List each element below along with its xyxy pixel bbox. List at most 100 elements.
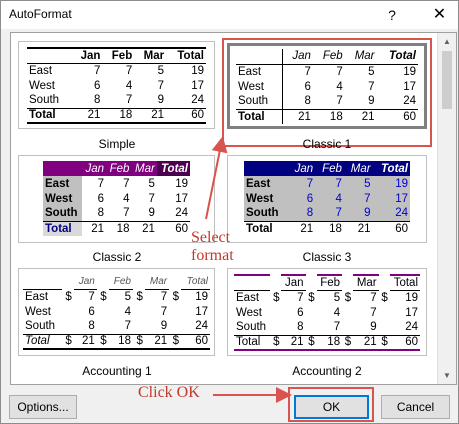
table-cell: 21 xyxy=(288,220,316,236)
table-row: Total 21 18 21 60 xyxy=(43,220,190,236)
table-cell: 19 xyxy=(175,177,188,190)
table-cell: East xyxy=(244,176,289,191)
table-cell: West xyxy=(29,79,55,92)
table-cell: $ xyxy=(136,290,143,303)
table-cell xyxy=(270,305,281,320)
table-cell: 9 xyxy=(148,207,155,220)
table-cell xyxy=(43,161,83,176)
accounting-2-preview-table: Jan Feb Mar Total East $7 $5 $7 $19 West 6 4 7 17 Sout… xyxy=(234,274,420,351)
format-caption-classic-2: Classic 2 xyxy=(92,250,142,264)
format-tile-accounting-2[interactable]: Jan Feb Mar Total East $7 $5 $7 $19 West 6 4 7 17 Sout… xyxy=(227,268,427,356)
table-cell: 9 xyxy=(160,320,168,333)
table-row: West 6 4 7 17 xyxy=(43,191,190,206)
table-cell xyxy=(97,319,109,334)
table-cell: South xyxy=(43,206,83,221)
table-cell: 8 xyxy=(88,320,95,333)
spacer-cell xyxy=(97,274,109,289)
table-row: South 8 7 9 24 xyxy=(244,206,410,221)
format-caption-classic-3: Classic 3 xyxy=(302,250,352,264)
close-button[interactable]: ✕ xyxy=(421,1,458,29)
table-cell: 6 xyxy=(93,79,101,92)
format-tile-accounting-1[interactable]: Jan Feb Mar Total East $7 $5 $7 $19 West 6 4 7 17 Sout… xyxy=(18,268,215,356)
table-cell: 17 xyxy=(405,306,418,319)
table-cell: 7 xyxy=(297,291,304,304)
scroll-down-arrow-icon[interactable]: ▼ xyxy=(438,367,456,384)
accounting-1-preview-table: Jan Feb Mar Total East $7 $5 $7 $19 West 6 4 7 17 Sout… xyxy=(23,274,210,350)
vertical-scrollbar[interactable]: ▲ ▼ xyxy=(437,33,456,384)
table-cell: 5 xyxy=(124,290,131,303)
table-cell: Feb xyxy=(102,47,135,64)
table-cell: 18 xyxy=(106,220,132,236)
table-cell: $ xyxy=(270,334,282,351)
table-cell: Total xyxy=(244,220,289,236)
table-row: East $7 $5 $7 $19 xyxy=(23,289,210,304)
table-cell: 5 xyxy=(333,291,341,304)
table-cell: 6 xyxy=(288,191,316,206)
table-cell: 7 xyxy=(370,306,377,319)
table-row: South 8 7 9 24 xyxy=(27,93,206,108)
table-cell: 21 xyxy=(73,333,97,350)
table-cell: Feb xyxy=(106,161,132,176)
format-caption-accounting-1: Accounting 1 xyxy=(82,364,152,378)
help-button[interactable]: ? xyxy=(377,1,407,29)
table-cell: 24 xyxy=(175,207,188,220)
table-cell: Total xyxy=(389,274,420,291)
table-cell: $ xyxy=(381,291,388,304)
table-cell xyxy=(27,47,72,64)
table-header-row: Jan Feb Mar Total xyxy=(23,274,210,290)
table-cell: 21 xyxy=(82,220,107,236)
table-cell: South xyxy=(29,94,60,107)
table-cell: 21 xyxy=(144,333,170,350)
table-cell xyxy=(133,304,145,319)
table-row: West 6 4 7 17 xyxy=(27,78,206,93)
table-cell: 21 xyxy=(353,334,379,351)
scroll-thumb[interactable] xyxy=(442,51,452,109)
table-cell: $ xyxy=(308,291,315,304)
table-row: Total 21 18 21 60 xyxy=(27,107,206,124)
options-button[interactable]: Options... xyxy=(9,395,77,419)
table-cell: 7 xyxy=(93,64,101,77)
table-row: Total 21 18 21 60 xyxy=(244,220,410,236)
table-row: Total $21 $18 $21 $60 xyxy=(234,334,420,351)
table-cell: 7 xyxy=(123,177,130,190)
table-cell: 7 xyxy=(124,320,131,333)
format-tile-simple[interactable]: Jan Feb Mar Total East 7 7 5 19 West 6 4 7 17 South 8 7 9… xyxy=(18,41,215,129)
table-cell: 5 xyxy=(157,64,165,77)
table-cell: 17 xyxy=(195,305,208,318)
table-cell xyxy=(379,305,390,320)
table-cell: 4 xyxy=(315,191,344,206)
table-cell: 7 xyxy=(125,94,133,107)
format-caption-classic-1: Classic 1 xyxy=(302,137,352,151)
table-header-row: Jan Feb Mar Total xyxy=(43,161,190,176)
table-cell: 60 xyxy=(166,107,206,124)
table-row: East 7 7 5 19 xyxy=(43,176,190,191)
title-bar: AutoFormat ? ✕ xyxy=(1,1,458,29)
table-header-row: Jan Feb Mar Total xyxy=(27,47,206,64)
spacer-cell xyxy=(62,274,74,289)
table-cell: 24 xyxy=(191,94,204,107)
table-cell: $ xyxy=(61,333,74,350)
table-cell: Mar xyxy=(343,161,373,176)
table-row: South 8 7 9 24 xyxy=(23,319,210,334)
table-cell xyxy=(133,319,145,334)
format-tile-classic-2[interactable]: Jan Feb Mar Total East 7 7 5 19 West 6 4 7 17 South 8 7 9… xyxy=(18,155,215,243)
format-tile-classic-3[interactable]: Jan Feb Mar Total East 7 7 5 19 West 6 4 7 17 South 8 7 9… xyxy=(227,155,427,243)
table-cell: 6 xyxy=(97,192,105,205)
scroll-up-arrow-icon[interactable]: ▲ xyxy=(438,33,456,50)
cancel-button[interactable]: Cancel xyxy=(381,395,450,419)
select-format-annotation: Select format xyxy=(191,229,234,264)
table-row: East 7 7 5 19 xyxy=(27,63,206,78)
table-cell: 8 xyxy=(93,94,101,107)
table-cell: 24 xyxy=(195,320,208,333)
table-cell xyxy=(342,320,353,335)
table-cell: Total xyxy=(156,161,190,176)
table-cell: 4 xyxy=(124,305,131,318)
table-cell: East xyxy=(29,64,53,77)
table-cell: 7 xyxy=(288,176,316,191)
table-cell: West xyxy=(25,305,51,318)
table-cell: Jan xyxy=(73,274,97,290)
table-cell xyxy=(97,304,109,319)
table-cell: 19 xyxy=(195,290,208,303)
selected-format-highlight xyxy=(222,38,432,147)
ok-button[interactable]: OK xyxy=(294,395,369,419)
